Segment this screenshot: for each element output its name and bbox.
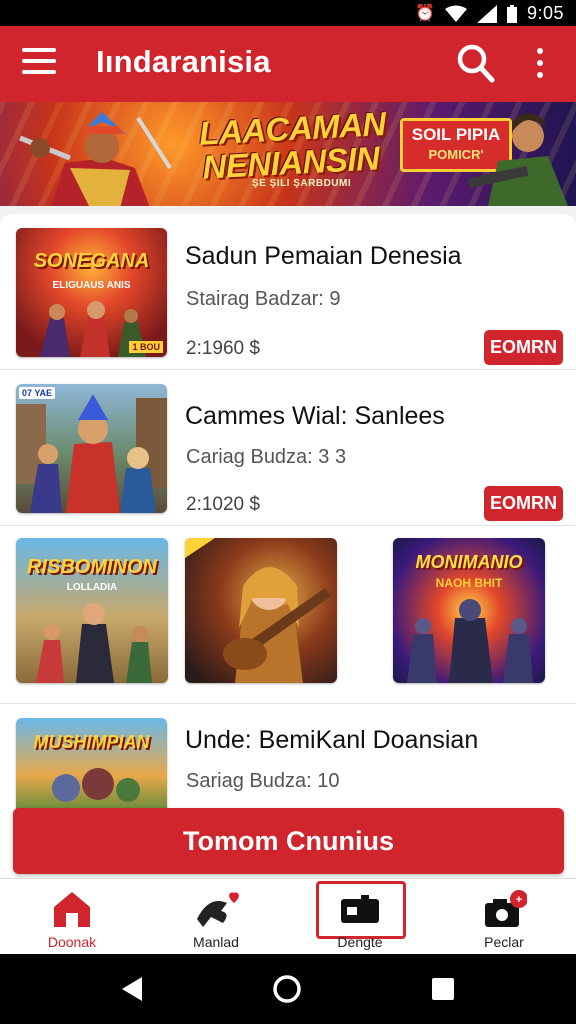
wifi-icon <box>444 5 467 22</box>
robots-illustration <box>407 599 533 683</box>
soldier-illustration <box>468 113 568 206</box>
tile-subtitle: NAOH BHIT <box>435 576 503 590</box>
alarm-icon: ⏰ <box>415 4 435 22</box>
clock: 9:05 <box>526 3 564 23</box>
item-subtitle: Cariag Budza: 3 3 <box>186 446 347 468</box>
nav-item-home[interactable]: Doonak <box>0 879 144 955</box>
runners-illustration <box>36 603 152 683</box>
item-price: 2:1020 $ <box>186 494 260 515</box>
app-bar: Iındaranisia <box>0 26 576 102</box>
list-item[interactable]: MUSHIMPIAN Unde: BemiKanl Doansian Saria… <box>0 704 576 814</box>
item-action-button[interactable]: EOMRN <box>484 486 563 521</box>
item-title: Unde: BemiKanl Doansian <box>185 726 479 754</box>
tile-subtitle: LOLLADIA <box>66 582 118 593</box>
promo-banner[interactable]: LAACAMAN NENIANSIN ŞE ŞILI ŞARBDUMI SOIL… <box>0 102 576 206</box>
signal-icon <box>476 4 497 23</box>
banner-headline: LAACAMAN NENIANSIN <box>198 104 387 186</box>
search-icon[interactable] <box>456 42 496 86</box>
bird-heart-icon <box>197 892 239 927</box>
hero-warrior-illustration <box>19 112 172 206</box>
game-thumbnail: SONEGANA ELIGUAUS ANIS 1 BOU <box>16 228 167 357</box>
featured-tile[interactable] <box>185 538 337 683</box>
thumbnail-badge: 1 BOU <box>129 341 163 353</box>
game-controller-icon <box>341 895 379 923</box>
item-subtitle: Sariag Budza: 10 <box>186 770 340 792</box>
item-subtitle: Stairag Badzar: 9 <box>186 288 341 310</box>
battery-icon <box>506 4 517 23</box>
system-navigation-bar <box>0 954 576 1024</box>
game-thumbnail: 07 YAE <box>16 384 167 513</box>
primary-cta-button[interactable]: Tomom Cnunius <box>13 808 564 874</box>
featured-tile[interactable]: RISBOMINON LOLLADIA <box>16 538 168 683</box>
guitarist-illustration <box>185 538 331 683</box>
home-icon <box>54 892 90 927</box>
back-icon[interactable] <box>118 974 148 1004</box>
game-list: SONEGANA ELIGUAUS ANIS 1 BOU Sadun Pemai… <box>0 206 576 814</box>
banner-tagline: ŞE ŞILI ŞARBDUMI <box>252 178 352 189</box>
menu-icon[interactable] <box>22 48 56 78</box>
game-thumbnail: MUSHIMPIAN <box>16 718 167 814</box>
item-price: 2:1960 $ <box>186 338 260 359</box>
nav-item-games[interactable]: Dengte <box>288 879 432 955</box>
heroes-illustration <box>16 394 167 513</box>
home-circle-icon[interactable] <box>272 974 302 1004</box>
item-action-button[interactable]: EOMRN <box>484 330 563 365</box>
creatures-illustration <box>52 768 140 802</box>
bottom-navigation: Doonak Manlad Dengte + Peclar <box>0 878 576 954</box>
camera-badge-icon: + <box>485 890 527 927</box>
app-title: Iındaranisia <box>96 44 271 79</box>
thumbnail-subtitle: ELIGUAUS ANIS <box>52 280 131 291</box>
featured-tile[interactable]: MONIMANIO NAOH BHIT <box>393 538 545 683</box>
item-title: Sadun Pemaian Denesia <box>185 242 462 270</box>
thumbnail-badge: 07 YAE <box>19 387 56 399</box>
recents-icon[interactable] <box>428 974 458 1004</box>
list-item[interactable]: 07 YAE Cammes Wial: Sanlees Cariag Budza… <box>0 370 576 526</box>
nav-item-favorites[interactable]: Manlad <box>144 879 288 955</box>
svg-text:+: + <box>516 894 522 906</box>
item-title: Cammes Wial: Sanlees <box>185 402 445 430</box>
status-bar: ⏰ 9:05 <box>0 0 576 26</box>
list-item[interactable]: SONEGANA ELIGUAUS ANIS 1 BOU Sadun Pemai… <box>0 214 576 370</box>
nav-item-profile[interactable]: + Peclar <box>432 879 576 955</box>
more-options-icon[interactable] <box>530 48 550 82</box>
